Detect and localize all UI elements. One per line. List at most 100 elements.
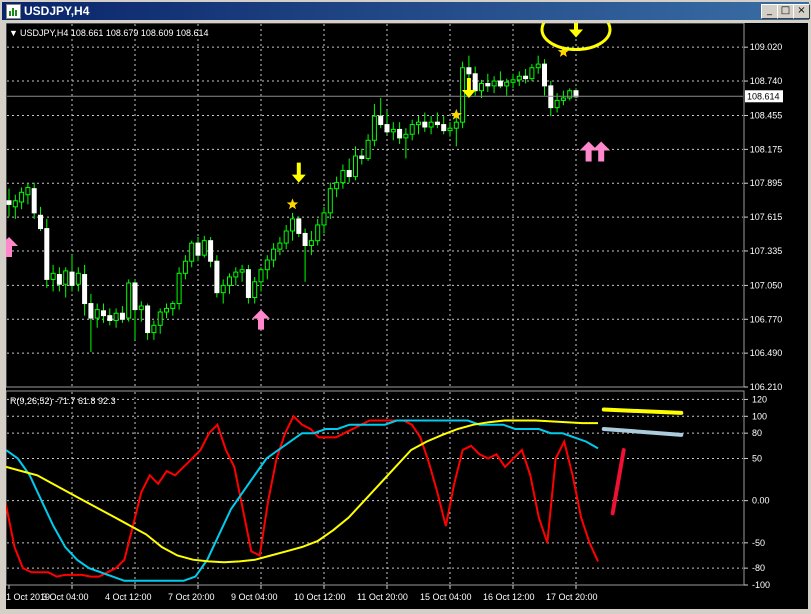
- candle-body-bear: [145, 305, 151, 334]
- time-axis-label: 3 Oct 04:00: [42, 592, 89, 602]
- candle-body-bull: [340, 170, 346, 184]
- maximize-button[interactable]: □: [777, 4, 794, 19]
- candle-body-bear: [101, 310, 106, 317]
- candle-body-bull: [220, 284, 226, 294]
- time-axis-label: 11 Oct 20:00: [357, 592, 408, 602]
- candle-body-bull: [126, 282, 132, 319]
- candle-body-bull: [283, 230, 289, 244]
- candle-body-bull: [252, 281, 258, 299]
- candle-body-bull: [504, 81, 510, 87]
- candle-body-bear: [397, 128, 403, 139]
- candle-body-bull: [138, 305, 144, 311]
- candle-body-bull: [182, 260, 188, 274]
- price-pane-frame: [5, 22, 745, 388]
- candle-body-bull: [447, 127, 453, 132]
- chart-window-icon: [6, 4, 21, 19]
- candle-body-bull: [233, 271, 239, 278]
- indicator-axis-label: 0.00: [752, 496, 770, 506]
- candle-body-bull: [365, 139, 371, 159]
- candle-body-bull: [63, 270, 69, 285]
- drawn-marker-stroke: [601, 407, 684, 415]
- candle-body-bull: [277, 242, 283, 250]
- close-button[interactable]: ×: [793, 4, 810, 19]
- candle-body-bear: [107, 315, 113, 321]
- candle-body-bull: [113, 312, 119, 321]
- candle-body-bull: [227, 276, 232, 286]
- chart-svg[interactable]: 109.020 108.740 108.455 108.175 107.895 107.6…: [5, 22, 808, 609]
- candle-body-bull: [460, 67, 466, 123]
- drawn-marker-stroke: [601, 426, 684, 437]
- candle-body-bear: [434, 121, 440, 126]
- indicator-title: R(9,26,52) -71.7 61.8 92.3: [10, 396, 116, 406]
- candle-body-bull: [94, 309, 100, 319]
- candle-body-bull: [239, 269, 245, 273]
- price-axis-label: 106.210: [750, 382, 783, 392]
- price-axis-label: 107.615: [750, 212, 783, 222]
- indicator-axis-label: 50: [752, 453, 762, 463]
- title-bar[interactable]: USDJPY,H4 _ □ ×: [2, 2, 810, 20]
- price-axis-label: 109.020: [750, 42, 783, 52]
- indicator-yellow-line: [6, 419, 598, 564]
- indicator-axis-label: -100: [752, 580, 770, 590]
- candle-body-bear: [441, 124, 447, 132]
- price-axis-label: 108.740: [750, 76, 783, 86]
- candle-body-bull: [409, 124, 415, 135]
- candle-body-bear: [346, 170, 352, 178]
- up-arrow-icon: [6, 237, 18, 258]
- candle-body-bear: [245, 269, 251, 299]
- down-arrow-icon: [569, 23, 583, 38]
- candle-body-bear: [472, 73, 478, 92]
- star-icon: [286, 198, 299, 210]
- candle-body-bear: [485, 82, 491, 87]
- candle-body-bull: [25, 186, 31, 196]
- down-arrow-icon: [291, 162, 306, 183]
- candle-body-bull: [479, 82, 484, 92]
- symbol-header: USDJPY,H4 108.661 108.679 108.609 108.61…: [20, 28, 209, 38]
- price-axis-label: 108.455: [750, 111, 783, 121]
- current-price-label: 108.614: [747, 91, 780, 101]
- price-axis-label: 107.050: [750, 280, 783, 290]
- candle-body-bear: [31, 188, 37, 214]
- candle-body-bear: [119, 312, 125, 320]
- time-axis-label: 15 Oct 04:00: [420, 592, 472, 602]
- candle-body-bull: [371, 115, 377, 141]
- candle-body-bull: [170, 303, 176, 309]
- candle-body-bear: [88, 303, 94, 319]
- candle-body-bull: [334, 182, 340, 190]
- candle-body-bear: [523, 75, 529, 80]
- chart-area[interactable]: 109.020 108.740 108.455 108.175 107.895 107.6…: [5, 22, 808, 609]
- grid: [7, 24, 743, 584]
- time-axis-label: 9 Oct 04:00: [231, 592, 278, 602]
- candle-body-bear: [384, 124, 390, 133]
- chart-caret-icon[interactable]: ▼: [9, 28, 18, 38]
- drawn-marker-stroke: [610, 448, 626, 516]
- candle-body-bull: [567, 90, 573, 99]
- minimize-button[interactable]: _: [761, 4, 778, 19]
- candle-body-bear: [38, 214, 43, 230]
- indicator-red-line: [6, 414, 599, 578]
- candle-body-bear: [378, 115, 384, 126]
- candle-body-bear: [69, 271, 75, 286]
- candle-body-bull: [290, 218, 295, 232]
- candle-body-bear: [44, 228, 50, 280]
- indicator-axis-label: 100: [752, 411, 767, 421]
- time-axis-label: 10 Oct 12:00: [294, 592, 346, 602]
- candle-body-bull: [258, 269, 264, 283]
- candle-body-bull: [19, 191, 25, 203]
- candle-body-bull: [315, 224, 321, 242]
- candle-body-bull: [271, 248, 277, 261]
- candle-body-bull: [554, 99, 560, 109]
- candle-body-bull: [201, 240, 207, 256]
- candle-body-bull: [157, 311, 163, 326]
- candle-body-bull: [428, 121, 434, 128]
- price-axis-label: 107.335: [750, 246, 783, 256]
- up-arrow-icon: [592, 141, 611, 162]
- candle-body-bear: [542, 63, 547, 87]
- candle-body-bull: [321, 212, 327, 226]
- indicator-axis-label: 120: [752, 394, 767, 404]
- candle-body-bull: [176, 272, 182, 305]
- candle-body-bull: [189, 242, 195, 262]
- price-axis-label: 108.175: [750, 144, 783, 154]
- price-pane: [6, 23, 743, 352]
- candle-body-bull: [453, 121, 459, 129]
